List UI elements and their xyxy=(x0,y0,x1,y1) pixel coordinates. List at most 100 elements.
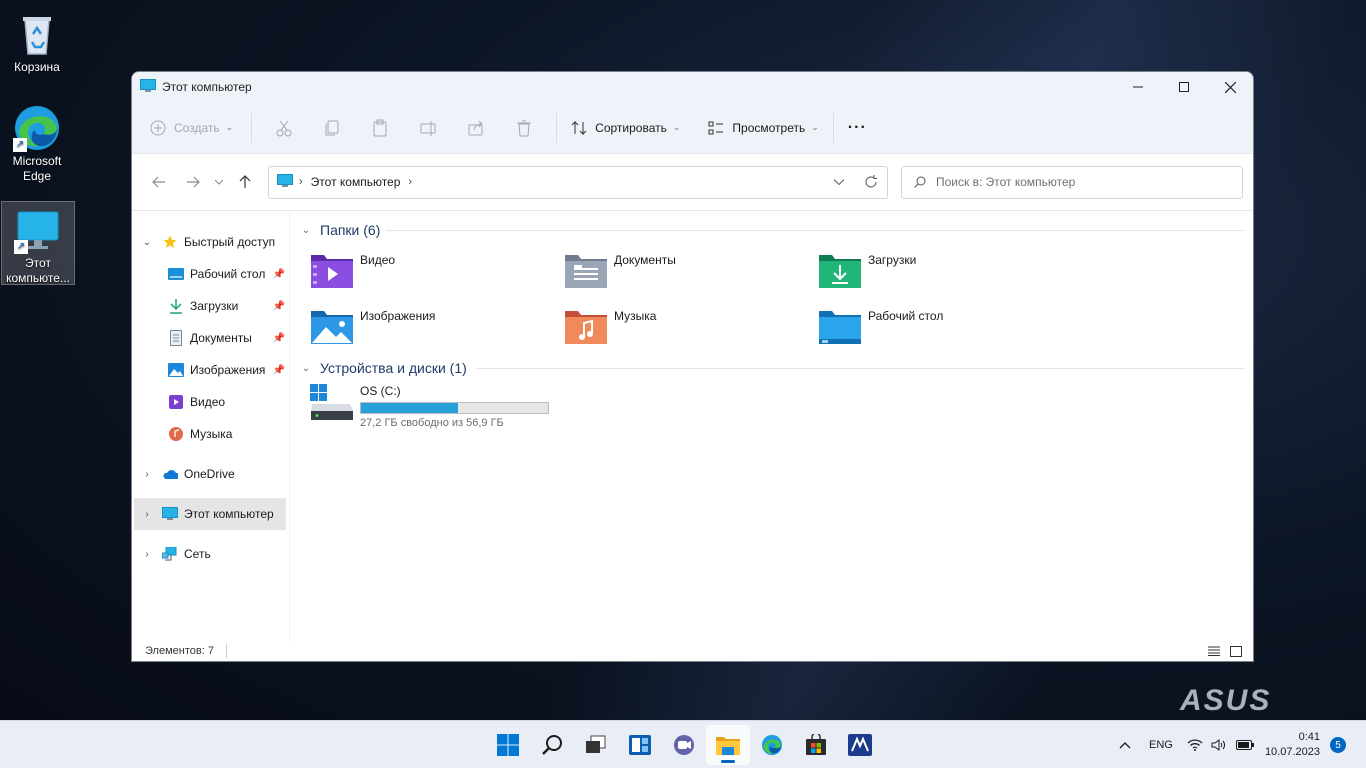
rename-button[interactable] xyxy=(404,112,452,144)
breadcrumb-chevron-icon[interactable]: › xyxy=(408,176,412,188)
clock[interactable]: 0:41 10.07.2023 xyxy=(1259,721,1326,768)
delete-button[interactable] xyxy=(500,112,548,144)
desktop-icon-edge[interactable]: ↗ Microsoft Edge xyxy=(0,100,74,184)
folder-name: Загрузки xyxy=(868,253,917,267)
up-button[interactable] xyxy=(228,167,262,197)
folder-tile-music[interactable]: Музыка xyxy=(564,298,818,354)
toolbar-divider xyxy=(251,112,253,143)
teams-chat-button[interactable] xyxy=(662,725,706,765)
create-button[interactable]: Создать ⌄ xyxy=(150,112,233,144)
folder-tile-documents[interactable]: Документы xyxy=(564,242,818,298)
downloads-folder-icon xyxy=(818,251,862,289)
address-history-button[interactable] xyxy=(823,175,855,189)
details-view-button[interactable] xyxy=(1203,642,1225,660)
folder-tile-downloads[interactable]: Загрузки xyxy=(818,242,1072,298)
video-icon xyxy=(168,394,184,410)
taskbar: ENG 0:41 10.07.2023 5 xyxy=(0,720,1366,768)
recent-locations-button[interactable] xyxy=(210,167,228,197)
more-options-button[interactable]: ··· xyxy=(848,112,867,144)
folder-tile-pictures[interactable]: Изображения xyxy=(310,298,564,354)
nav-item-desktop[interactable]: Рабочий стол 📌 xyxy=(132,258,289,290)
store-taskbar-button[interactable] xyxy=(794,725,838,765)
title-bar[interactable]: Этот компьютер xyxy=(132,72,1253,102)
volume-button[interactable] xyxy=(1207,721,1231,768)
folders-grid: Видео Документы Загрузки Изображения Муз… xyxy=(296,242,1253,354)
chevron-down-icon[interactable]: ⌄ xyxy=(298,363,314,374)
nav-this-pc[interactable]: › Этот компьютер xyxy=(134,498,286,530)
address-bar[interactable]: › Этот компьютер › xyxy=(268,165,888,199)
pin-icon[interactable]: 📌 xyxy=(273,269,285,280)
folder-name: Рабочий стол xyxy=(868,309,944,323)
nav-item-videos[interactable]: Видео xyxy=(132,386,289,418)
document-icon xyxy=(168,330,184,346)
pin-icon[interactable]: 📌 xyxy=(273,333,285,344)
forward-button[interactable] xyxy=(176,167,210,197)
toolbar-divider xyxy=(556,112,558,143)
cut-button[interactable] xyxy=(260,112,308,144)
pin-icon[interactable]: 📌 xyxy=(273,365,285,376)
nav-item-downloads[interactable]: Загрузки 📌 xyxy=(132,290,289,322)
input-language-button[interactable]: ENG xyxy=(1139,721,1183,768)
myasus-taskbar-button[interactable] xyxy=(838,725,882,765)
view-button[interactable]: Просмотреть ⌄ xyxy=(708,112,819,144)
monitor-icon xyxy=(162,506,178,522)
desktop-icon-recycle-bin[interactable]: Корзина xyxy=(0,6,74,75)
group-header-drives[interactable]: ⌄ Устройства и диски (1) xyxy=(296,356,1253,380)
notifications-badge[interactable]: 5 xyxy=(1330,737,1346,753)
search-input[interactable] xyxy=(936,175,1226,189)
start-button[interactable] xyxy=(486,725,530,765)
sort-button[interactable]: Сортировать ⌄ xyxy=(571,112,680,144)
minimize-button[interactable] xyxy=(1115,72,1161,102)
search-icon xyxy=(542,735,562,755)
task-view-button[interactable] xyxy=(574,725,618,765)
chevron-right-icon[interactable]: › xyxy=(140,549,154,560)
navigation-bar: › Этот компьютер › xyxy=(132,154,1253,211)
edge-taskbar-button[interactable] xyxy=(750,725,794,765)
arrow-up-icon xyxy=(239,175,251,188)
nav-network[interactable]: › Сеть xyxy=(132,538,289,570)
drive-tile-c[interactable]: OS (C:) 27,2 ГБ свободно из 56,9 ГБ xyxy=(296,384,1253,429)
nav-item-pictures[interactable]: Изображения 📌 xyxy=(132,354,289,386)
search-taskbar-button[interactable] xyxy=(530,725,574,765)
large-icons-view-button[interactable] xyxy=(1225,642,1247,660)
nav-onedrive[interactable]: › OneDrive xyxy=(132,458,289,490)
item-count: Элементов: 7 xyxy=(145,645,214,657)
show-hidden-icons-button[interactable] xyxy=(1111,721,1139,768)
pin-icon[interactable]: 📌 xyxy=(273,301,285,312)
group-header-folders[interactable]: ⌄ Папки (6) xyxy=(296,218,1253,242)
file-explorer-taskbar-button[interactable] xyxy=(706,725,750,765)
wifi-button[interactable] xyxy=(1183,721,1207,768)
chevron-down-icon[interactable]: ⌄ xyxy=(298,225,314,236)
nav-quick-access[interactable]: ⌄ Быстрый доступ xyxy=(132,226,289,258)
nav-label: Видео xyxy=(190,395,226,409)
folder-tile-videos[interactable]: Видео xyxy=(310,242,564,298)
nav-item-documents[interactable]: Документы 📌 xyxy=(132,322,289,354)
cloud-icon xyxy=(162,466,178,482)
breadcrumb-this-pc[interactable]: Этот компьютер xyxy=(311,175,401,189)
status-bar: Элементов: 7 xyxy=(132,641,1253,661)
folder-name: Музыка xyxy=(614,309,657,323)
paste-button[interactable] xyxy=(356,112,404,144)
battery-button[interactable] xyxy=(1231,721,1259,768)
search-box[interactable] xyxy=(901,165,1243,199)
chevron-down-icon[interactable]: ⌄ xyxy=(140,237,154,248)
copy-button[interactable] xyxy=(308,112,356,144)
chevron-right-icon[interactable]: › xyxy=(140,469,154,480)
chevron-right-icon[interactable]: › xyxy=(140,509,154,520)
toolbar-divider xyxy=(832,112,834,143)
folder-tile-desktop[interactable]: Рабочий стол xyxy=(818,298,1072,354)
close-button[interactable] xyxy=(1207,72,1253,102)
widgets-button[interactable] xyxy=(618,725,662,765)
refresh-button[interactable] xyxy=(855,175,887,189)
group-title: Папки (6) xyxy=(320,222,381,238)
nav-item-music[interactable]: Музыка xyxy=(132,418,289,450)
picture-icon xyxy=(168,362,184,378)
back-button[interactable] xyxy=(142,167,176,197)
share-button[interactable] xyxy=(452,112,500,144)
desktop-icon-this-pc[interactable]: ↗ Этот компьюте... xyxy=(1,201,75,285)
video-folder-icon xyxy=(310,251,354,289)
refresh-icon xyxy=(865,175,877,188)
drive-free-space: 27,2 ГБ свободно из 56,9 ГБ xyxy=(360,417,504,429)
folder-name: Документы xyxy=(614,253,676,267)
maximize-button[interactable] xyxy=(1161,72,1207,102)
